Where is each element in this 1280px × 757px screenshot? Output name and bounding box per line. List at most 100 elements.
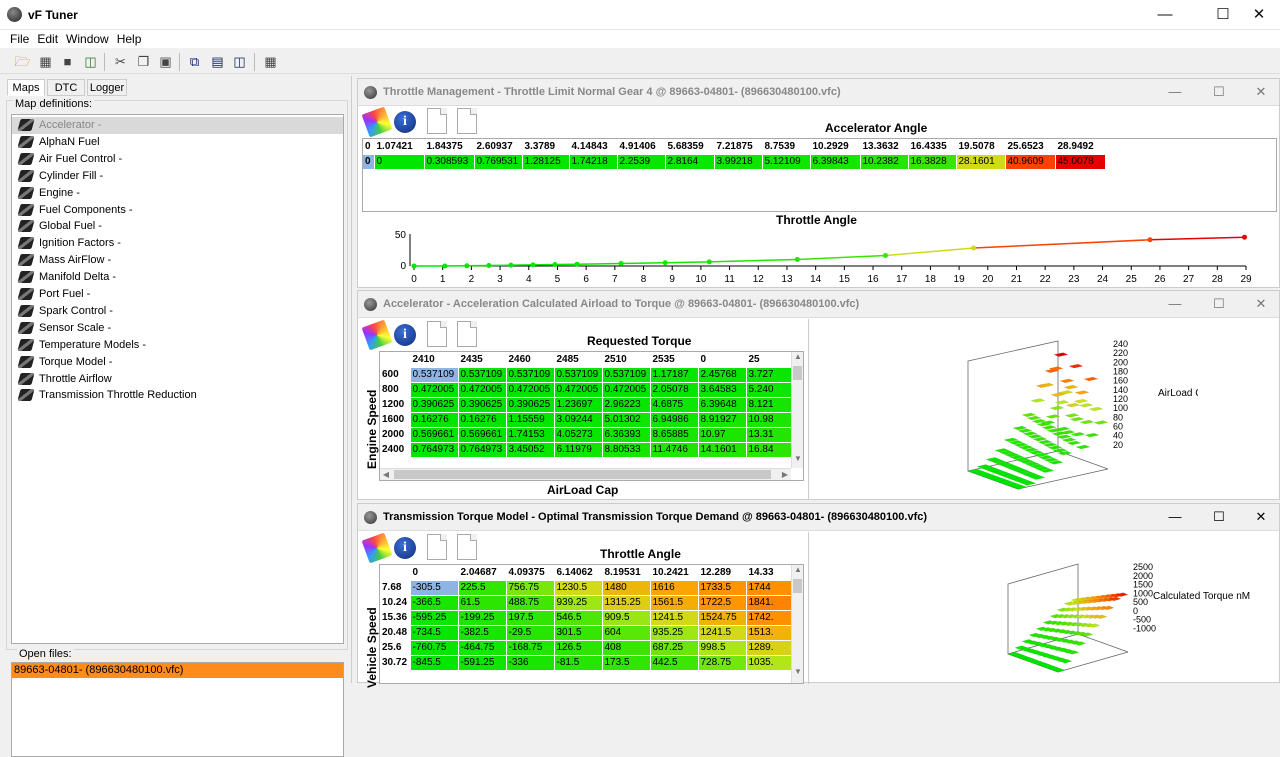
column-header[interactable]: 25.6523 [1005,139,1055,154]
table-cell[interactable]: 546.5 [554,610,602,625]
stop-icon[interactable]: ■ [59,53,76,70]
mdi-minimize-button[interactable]: — [1165,84,1185,99]
table-cell[interactable]: 909.5 [602,610,650,625]
table-cell[interactable]: -734.5 [410,625,458,640]
ecu-chip-icon[interactable]: ▦ [262,53,279,70]
mdi-close-button[interactable]: ✕ [1251,509,1271,525]
table-cell[interactable]: -591.25 [458,655,506,670]
color-palette-icon[interactable] [362,107,393,138]
table-cell[interactable]: 1241.5 [698,625,746,640]
table-cell[interactable]: 756.75 [506,580,554,595]
row-header[interactable]: 20.48 [380,625,410,640]
page-icon[interactable] [427,108,447,134]
table-cell[interactable]: 1.74153 [506,427,554,442]
table-cell[interactable]: 408 [602,640,650,655]
column-header[interactable]: 3.3789 [522,139,569,154]
row-header[interactable]: 800 [380,382,410,397]
table-cell[interactable]: 1241.5 [650,610,698,625]
menu-file[interactable]: File [6,30,33,46]
table-cell[interactable]: 10.98 [746,412,794,427]
table-cell[interactable]: 2.8164 [665,154,714,169]
table-cell[interactable]: 6.39648 [698,397,746,412]
map-item[interactable]: Accelerator - [12,117,343,134]
table-cell[interactable]: 1289. [746,640,794,655]
table-cell[interactable]: 16.84 [746,442,794,457]
scroll-thumb[interactable] [793,579,802,593]
mdi-close-button[interactable]: ✕ [1251,296,1271,312]
column-header[interactable]: 16.4335 [908,139,956,154]
table-cell[interactable]: -382.5 [458,625,506,640]
column-header[interactable]: 5.68359 [665,139,714,154]
column-header[interactable]: 19.5078 [956,139,1005,154]
table-cell[interactable]: 173.5 [602,655,650,670]
row-header[interactable]: 2000 [380,427,410,442]
table-cell[interactable]: 0.537109 [458,367,506,382]
scroll-up-icon[interactable]: ▲ [792,352,804,361]
table-cell[interactable]: 1722.5 [698,595,746,610]
column-header[interactable]: 28.9492 [1055,139,1105,154]
map-item[interactable]: Fuel Components - [12,202,343,219]
table-cell[interactable]: 3.64583 [698,382,746,397]
table-cell[interactable]: 4.05273 [554,427,602,442]
page-icon[interactable] [457,321,477,347]
column-header[interactable]: 10.2929 [810,139,860,154]
table-cell[interactable]: 998.5 [698,640,746,655]
tab-logger[interactable]: Logger [87,79,127,96]
page-icon[interactable] [457,108,477,134]
column-header[interactable]: 2.04687 [458,565,506,580]
row-header[interactable]: 0 [363,154,374,169]
table-cell[interactable]: 10.2382 [860,154,908,169]
table-cell[interactable]: 0.472005 [458,382,506,397]
column-header[interactable]: 12.289 [698,565,746,580]
minimize-button[interactable]: — [1142,0,1188,30]
info-icon[interactable]: i [394,324,416,346]
column-header[interactable]: 1.84375 [424,139,474,154]
column-header[interactable]: 25 [746,352,794,367]
table-cell[interactable]: 5.240 [746,382,794,397]
table-cell[interactable]: -595.25 [410,610,458,625]
mdi-maximize-button[interactable]: ☐ [1209,84,1229,100]
table-cell[interactable]: 0.472005 [410,382,458,397]
table-cell[interactable]: -29.5 [506,625,554,640]
table-cell[interactable]: -464.75 [458,640,506,655]
table-cell[interactable]: 6.36393 [602,427,650,442]
table-cell[interactable]: 1.28125 [522,154,569,169]
column-header[interactable]: 1.07421 [374,139,424,154]
column-header[interactable]: 2510 [602,352,650,367]
column-header[interactable]: 2485 [554,352,602,367]
table-cell[interactable]: 28.1601 [956,154,1005,169]
table-cell[interactable]: 0.764973 [458,442,506,457]
table-cell[interactable]: 197.5 [506,610,554,625]
table-cell[interactable]: 0.472005 [506,382,554,397]
map-item[interactable]: Manifold Delta - [12,269,343,286]
table-cell[interactable]: 1513. [746,625,794,640]
table-cell[interactable]: 1524.75 [698,610,746,625]
table-cell[interactable]: 0.472005 [554,382,602,397]
info-icon[interactable]: i [394,537,416,559]
table-cell[interactable]: 3.09244 [554,412,602,427]
table-cell[interactable]: 1.74218 [569,154,617,169]
table-cell[interactable]: 301.5 [554,625,602,640]
scroll-thumb[interactable] [394,470,771,479]
map-item[interactable]: Port Fuel - [12,286,343,303]
table-cell[interactable]: 1.15559 [506,412,554,427]
table-cell[interactable]: 0.569661 [458,427,506,442]
column-header[interactable]: 0 [698,352,746,367]
column-header[interactable]: 2460 [506,352,554,367]
page-icon[interactable] [427,534,447,560]
open-file-item[interactable]: 89663-04801- (896630480100.vfc) [12,663,343,678]
table-cell[interactable]: 1035. [746,655,794,670]
table-cell[interactable]: 6.94986 [650,412,698,427]
table-cell[interactable]: -336 [506,655,554,670]
table-cell[interactable]: 3.99218 [714,154,762,169]
map-item[interactable]: Throttle Airflow [12,371,343,388]
horizontal-scrollbar[interactable]: ◀ ▶ [380,468,791,480]
tab-maps[interactable]: Maps [7,79,45,96]
column-header[interactable]: 4.91406 [617,139,665,154]
map-item[interactable]: Cylinder Fill - [12,168,343,185]
table-cell[interactable]: 1480 [602,580,650,595]
mdi-maximize-button[interactable]: ☐ [1209,509,1229,525]
table-cell[interactable]: 728.75 [698,655,746,670]
column-header[interactable]: 8.7539 [762,139,810,154]
mdi-maximize-button[interactable]: ☐ [1209,296,1229,312]
